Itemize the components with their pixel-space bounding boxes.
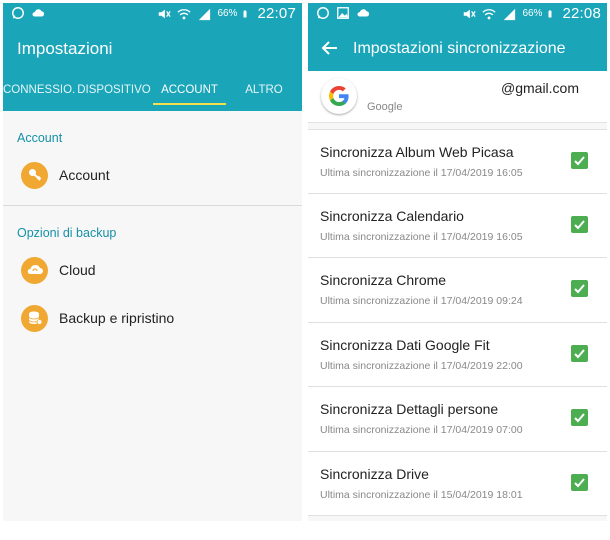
signal-icon xyxy=(504,8,516,20)
tab-dispositivo[interactable]: DISPOSITIVO xyxy=(75,73,153,111)
sync-item-title: Sincronizza Chrome xyxy=(320,272,447,288)
tab-altro[interactable]: ALTRO xyxy=(226,73,302,111)
settings-screen: 66% 22:07 Impostazioni CONNESSIO.. DISPO… xyxy=(3,3,302,521)
sync-item-subtitle: Ultima sincronizzazione il 17/04/2019 16… xyxy=(320,167,523,179)
cloud-icon xyxy=(32,9,45,17)
image-icon xyxy=(337,7,349,19)
app-bar: Impostazioni CONNESSIO.. DISPOSITIVO ACC… xyxy=(3,27,302,111)
sync-checkbox[interactable] xyxy=(571,280,588,297)
checkmark-icon xyxy=(574,219,585,229)
menu-item-label: Account xyxy=(59,167,110,183)
checkmark-icon xyxy=(574,348,585,358)
tab-connessioni[interactable]: CONNESSIO.. xyxy=(3,73,75,111)
cloud-icon xyxy=(357,9,370,17)
menu-item-label: Cloud xyxy=(59,262,96,278)
mute-icon xyxy=(464,9,477,18)
battery-icon xyxy=(548,9,552,17)
account-provider: Google xyxy=(367,101,403,113)
menu-item-backup-restore[interactable]: Backup e ripristino xyxy=(3,294,302,342)
status-bar: 66% 22:07 xyxy=(3,3,302,27)
signal-icon xyxy=(199,8,211,20)
sync-checkbox[interactable] xyxy=(571,409,588,426)
sync-checkbox[interactable] xyxy=(571,152,588,169)
sync-item-subtitle: Ultima sincronizzazione il 17/04/2019 22… xyxy=(320,359,523,372)
checkmark-icon xyxy=(574,156,585,166)
back-arrow-icon[interactable] xyxy=(320,38,340,58)
sync-item-google-fit[interactable]: Sincronizza Dati Google Fit Ultima sincr… xyxy=(308,322,607,387)
menu-item-label: Backup e ripristino xyxy=(59,310,175,326)
menu-item-cloud[interactable]: Cloud xyxy=(3,246,302,294)
whatsapp-icon xyxy=(12,7,24,19)
sync-item-subtitle: Ultima sincronizzazione il 17/04/2019 09… xyxy=(320,295,523,307)
sync-checkbox[interactable] xyxy=(571,473,588,491)
tab-bar: CONNESSIO.. DISPOSITIVO ACCOUNT ALTRO xyxy=(3,73,302,111)
status-bar: 66% 22:08 xyxy=(308,3,607,27)
sync-item-dettagli-persone[interactable]: Sincronizza Dettagli persone Ultima sinc… xyxy=(308,387,607,452)
status-time: 22:07 xyxy=(257,5,296,22)
sync-settings-screen: 66% 22:08 Impostazioni sincronizzazione … xyxy=(308,3,607,521)
sync-item-calendario[interactable]: Sincronizza Calendario Ultima sincronizz… xyxy=(308,193,607,258)
sync-list: Sincronizza Album Web Picasa Ultima sinc… xyxy=(308,129,607,516)
page-title: Impostazioni sincronizzazione xyxy=(353,40,566,57)
sync-item-subtitle: Ultima sincronizzazione il 17/04/2019 07… xyxy=(320,424,523,436)
sync-item-chrome[interactable]: Sincronizza Chrome Ultima sincronizzazio… xyxy=(308,258,607,323)
battery-percent: 66% xyxy=(217,8,238,19)
sync-item-subtitle: Ultima sincronizzazione il 15/04/2019 18… xyxy=(320,488,523,501)
sync-item-title: Sincronizza Calendario xyxy=(320,207,464,224)
sync-item-subtitle: Ultima sincronizzazione il 17/04/2019 16… xyxy=(320,230,523,243)
google-logo-icon xyxy=(321,78,357,114)
cloud-sync-icon xyxy=(21,256,48,284)
checkmark-icon xyxy=(574,284,585,294)
mute-icon xyxy=(159,9,172,18)
database-icon xyxy=(21,304,48,332)
section-header-account: Account xyxy=(17,131,63,145)
account-email: @gmail.com xyxy=(501,80,580,96)
sync-checkbox[interactable] xyxy=(571,344,588,362)
divider xyxy=(3,205,302,206)
sync-item-title: Sincronizza Drive xyxy=(320,465,429,482)
sync-checkbox[interactable] xyxy=(571,215,588,233)
battery-icon xyxy=(243,9,247,17)
section-header-backup: Opzioni di backup xyxy=(17,226,117,240)
whatsapp-icon xyxy=(317,7,329,19)
sync-item-title: Sincronizza Dati Google Fit xyxy=(320,336,490,353)
page-title: Impostazioni xyxy=(17,39,113,58)
account-header: @gmail.com Google xyxy=(308,71,607,123)
status-time: 22:08 xyxy=(562,5,601,22)
wifi-icon xyxy=(177,8,192,19)
sync-item-title: Sincronizza Album Web Picasa xyxy=(320,144,514,160)
battery-percent: 66% xyxy=(522,8,543,19)
key-icon xyxy=(21,161,48,189)
wifi-icon xyxy=(482,8,497,19)
checkmark-icon xyxy=(574,413,585,423)
menu-item-account[interactable]: Account xyxy=(3,151,302,199)
tab-account[interactable]: ACCOUNT xyxy=(153,73,226,111)
sync-item-title: Sincronizza Dettagli persone xyxy=(320,401,499,417)
sync-item-drive[interactable]: Sincronizza Drive Ultima sincronizzazion… xyxy=(308,451,607,516)
app-bar: Impostazioni sincronizzazione xyxy=(308,27,607,71)
sync-item-picasa[interactable]: Sincronizza Album Web Picasa Ultima sinc… xyxy=(308,129,607,194)
checkmark-icon xyxy=(574,477,585,487)
